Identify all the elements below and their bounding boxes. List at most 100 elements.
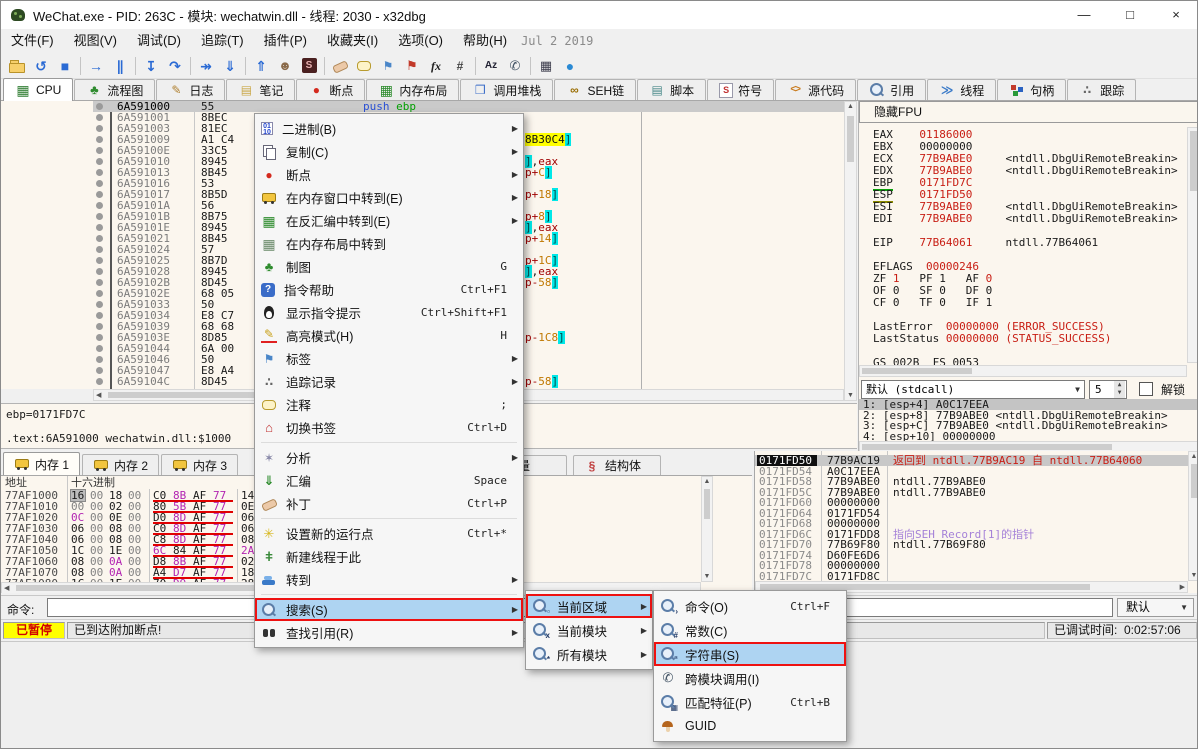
comments-button[interactable] [352, 55, 376, 77]
tab-trace[interactable]: ∴跟踪 [1067, 79, 1136, 100]
font-az-button[interactable]: Az [479, 55, 503, 77]
stack-row[interactable]: 0171FD7077B69F80ntdll.77B69F80 [755, 539, 1188, 550]
calculator-button[interactable]: ▦ [534, 55, 558, 77]
labels-button[interactable]: ⚑ [376, 55, 400, 77]
menu-item-search-all-modules[interactable]: *所有模块▶ [526, 642, 652, 666]
menubar-item-3[interactable]: 追踪(T) [191, 29, 254, 53]
menu-item-copy[interactable]: 复制(C)▶ [255, 140, 523, 163]
menubar-item-4[interactable]: 插件(P) [254, 29, 317, 53]
step-over-button[interactable]: ↷ [163, 55, 187, 77]
run-button[interactable]: → [84, 55, 108, 77]
fx-button[interactable]: fx [424, 55, 448, 77]
menubar-item-7[interactable]: 帮助(H) [453, 29, 517, 53]
registers-horizontal-scrollbar[interactable] [859, 365, 1187, 377]
menubar-item-5[interactable]: 收藏夹(I) [317, 29, 388, 53]
phone-button[interactable]: ✆ [503, 55, 527, 77]
minimize-button[interactable]: — [1061, 1, 1107, 29]
stack-row[interactable]: 0171FD7800000000 [755, 560, 1188, 571]
restart-button[interactable]: ↺ [29, 55, 53, 77]
tab-cpu[interactable]: ▦CPU [3, 78, 73, 101]
tab-seh-chain[interactable]: ∞SEH链 [554, 79, 636, 100]
step-out-button[interactable]: ⇑ [249, 55, 273, 77]
menu-item-comment[interactable]: 注释; [255, 393, 523, 416]
column-header-address[interactable]: 地址 [5, 476, 27, 489]
dump-tab[interactable]: 内存 2 [82, 454, 159, 475]
stack-row[interactable]: 0171FD6000000000 [755, 497, 1188, 508]
run-to-user-code-button[interactable]: ↠ [194, 55, 218, 77]
close-button[interactable]: × [1153, 1, 1198, 29]
menu-item-analyze[interactable]: ✶分析▶ [255, 446, 523, 469]
breakpoint-dot-icon[interactable] [96, 103, 103, 110]
menu-item-search-constant[interactable]: #常数(C) [654, 618, 846, 642]
breakpoint-dot-icon[interactable] [96, 356, 103, 363]
open-button[interactable] [5, 55, 29, 77]
patches-button[interactable] [328, 55, 352, 77]
tab-notes[interactable]: ▤笔记 [226, 79, 295, 100]
stack-row[interactable]: 0171FD7C0171FD8C [755, 571, 1188, 582]
menubar-item-2[interactable]: 调试(D) [127, 29, 191, 53]
argument-row[interactable]: 4: [esp+10] 00000000 [859, 431, 1198, 442]
menubar-item-1[interactable]: 视图(V) [64, 29, 127, 53]
scylla-button[interactable]: S [297, 55, 321, 77]
breakpoint-dot-icon[interactable] [96, 268, 103, 275]
tab-symbols[interactable]: S符号 [707, 79, 774, 100]
tab-log[interactable]: ✎日志 [156, 79, 225, 100]
breakpoint-dot-icon[interactable] [96, 202, 103, 209]
stack-row[interactable]: 0171FD5C77B9ABE0ntdll.77B9ABE0 [755, 487, 1188, 498]
menu-item-goto[interactable]: 转到▶ [255, 568, 523, 591]
breakpoint-dot-icon[interactable] [96, 180, 103, 187]
menu-item-search-guid[interactable]: GUID [654, 714, 846, 738]
menu-item-search-region[interactable]: ▫当前区域▶ [526, 594, 652, 618]
tab-graph[interactable]: ♣流程图 [74, 79, 155, 100]
tab-memory-map[interactable]: ▦内存布局 [366, 79, 459, 100]
column-header-hex[interactable]: 十六进制 [71, 476, 115, 489]
disasm-vertical-scrollbar[interactable]: ▲▼ [844, 101, 857, 401]
breakpoint-dot-icon[interactable] [96, 224, 103, 231]
breakpoint-dot-icon[interactable] [96, 279, 103, 286]
menu-item-mnemonic-brief[interactable]: 显示指令提示Ctrl+Shift+F1 [255, 301, 523, 324]
menu-item-assemble[interactable]: ⇓汇编Space [255, 469, 523, 492]
breakpoint-dot-icon[interactable] [96, 125, 103, 132]
dump-tab[interactable]: 内存 1 [3, 452, 80, 475]
dump-tab[interactable]: 内存 3 [161, 454, 238, 475]
menu-item-highlight[interactable]: ✎高亮模式(H)H [255, 324, 523, 347]
calling-convention-select[interactable]: 默认 (stdcall)▼ [861, 380, 1085, 399]
hash-button[interactable]: # [448, 55, 472, 77]
pause-button[interactable]: ∥ [108, 55, 132, 77]
stack-view[interactable]: 0171FD5077B9AC19返回到 ntdll.77B9AC19 自 ntd… [754, 451, 1198, 593]
menu-item-search-string[interactable]: “字符串(S) [654, 642, 846, 666]
tab-references[interactable]: 引用 [857, 79, 926, 100]
breakpoint-dot-icon[interactable] [96, 345, 103, 352]
tab-breakpoint[interactable]: ●断点 [296, 79, 365, 100]
breakpoint-dot-icon[interactable] [96, 147, 103, 154]
dump-tab[interactable]: §结构体 [573, 455, 661, 475]
stack-row[interactable]: 0171FD640171FD54 [755, 508, 1188, 519]
close-debuggee-button[interactable]: ■ [53, 55, 77, 77]
menu-item-patch[interactable]: 补丁Ctrl+P [255, 492, 523, 515]
command-profile-select[interactable]: 默认▼ [1117, 598, 1194, 617]
tab-threads[interactable]: ≫线程 [927, 79, 996, 100]
breakpoint-dot-icon[interactable] [96, 323, 103, 330]
breakpoint-dot-icon[interactable] [96, 213, 103, 220]
menu-item-graph[interactable]: ♣制图G [255, 255, 523, 278]
tab-source[interactable]: <>源代码 [775, 79, 856, 100]
tab-script[interactable]: ▤脚本 [637, 79, 706, 100]
menu-item-bookmark[interactable]: ⌂切换书签Ctrl+D [255, 416, 523, 439]
tab-call-stack[interactable]: ❒调用堆栈 [460, 79, 553, 100]
menu-item-breakpoint[interactable]: ●断点▶ [255, 163, 523, 186]
spinner-arrows-icon[interactable]: ▲▼ [1114, 381, 1125, 398]
breakpoint-dot-icon[interactable] [96, 191, 103, 198]
execute-till-return-button[interactable]: ⇓ [218, 55, 242, 77]
internet-button[interactable]: ● [558, 55, 582, 77]
registers-vertical-scrollbar[interactable] [1187, 127, 1198, 363]
breakpoint-dot-icon[interactable] [96, 301, 103, 308]
breakpoint-dot-icon[interactable] [96, 367, 103, 374]
menu-item-label[interactable]: ⚑标签▶ [255, 347, 523, 370]
menu-item-new-origin[interactable]: ✳设置新的运行点Ctrl+* [255, 522, 523, 545]
step-into-button[interactable]: ↧ [139, 55, 163, 77]
memory-vertical-scrollbar[interactable]: ▲▼ [701, 476, 713, 582]
stack-row[interactable]: 0171FD5077B9AC19返回到 ntdll.77B9AC19 自 ntd… [755, 455, 1188, 466]
breakpoint-dot-icon[interactable] [96, 378, 103, 385]
unlock-checkbox[interactable] [1139, 382, 1153, 396]
attach-button[interactable]: ☻ [273, 55, 297, 77]
